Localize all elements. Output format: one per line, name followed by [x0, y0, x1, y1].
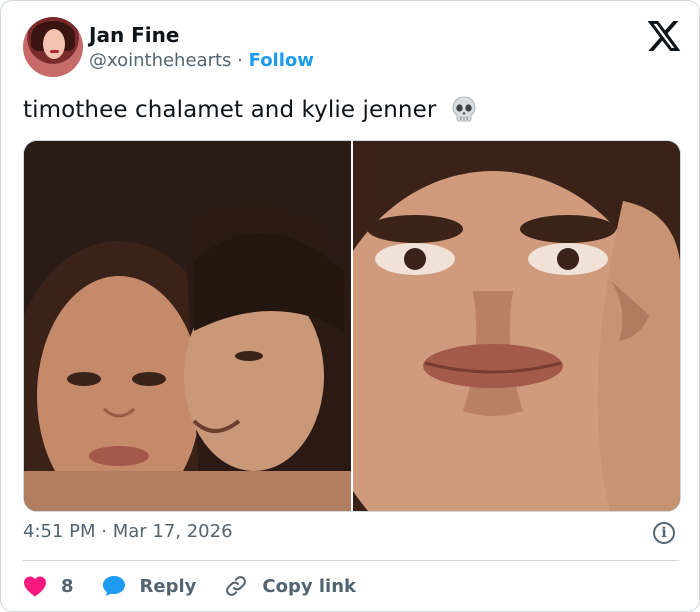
reply-button[interactable]: Reply [102, 575, 197, 597]
reply-bubble-icon [102, 576, 125, 596]
photo-right-illustration [353, 141, 680, 511]
heart-icon [24, 576, 46, 597]
copy-link-button[interactable]: Copy link [224, 574, 356, 598]
like-button[interactable]: 8 [23, 575, 74, 597]
author-handle[interactable]: @xointhehearts [89, 50, 231, 71]
x-logo-icon[interactable] [647, 21, 681, 51]
tweet-text: timothee chalamet and kylie jenner [23, 97, 437, 123]
photo-left-illustration [24, 141, 351, 511]
info-icon[interactable]: i [653, 522, 675, 544]
photo-left[interactable] [24, 141, 351, 511]
photo-right[interactable] [353, 141, 680, 511]
copy-link-label: Copy link [262, 575, 356, 597]
tweet-timestamp[interactable]: 4:51 PM · Mar 17, 2026 [23, 521, 233, 542]
like-count: 8 [61, 575, 74, 597]
author-avatar[interactable] [23, 17, 83, 77]
meta-separator: · [237, 50, 243, 71]
avatar-face [43, 29, 65, 59]
action-bar: 8 Reply Copy link [23, 571, 384, 601]
reply-label: Reply [139, 575, 197, 597]
link-icon [226, 576, 247, 596]
follow-button[interactable]: Follow [249, 50, 314, 71]
skull-icon [452, 96, 476, 122]
divider [23, 560, 679, 561]
author-meta: @xointhehearts · Follow [89, 50, 314, 71]
author-name[interactable]: Jan Fine [89, 23, 179, 47]
tweet-text-row: timothee chalamet and kylie jenner [23, 95, 478, 123]
tweet-media[interactable] [23, 140, 681, 512]
avatar-lips [50, 50, 59, 53]
tweet-card[interactable]: Jan Fine @xointhehearts · Follow timothe… [0, 0, 700, 612]
